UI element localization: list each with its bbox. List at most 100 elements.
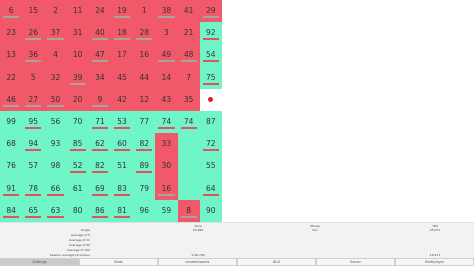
nav-button-leaderboards[interactable]: Leaderboards xyxy=(158,258,237,266)
tile[interactable]: 59 xyxy=(155,199,178,222)
tile[interactable]: 56 xyxy=(44,110,67,134)
tile[interactable]: 16 xyxy=(155,177,178,200)
tile[interactable]: 69 xyxy=(88,177,111,200)
tile[interactable]: 35 xyxy=(177,88,200,111)
tile[interactable]: 2 xyxy=(44,0,67,23)
tile[interactable]: 53 xyxy=(110,110,134,134)
tile[interactable]: 17 xyxy=(110,44,134,67)
tile[interactable] xyxy=(177,177,200,200)
tile[interactable]: 26 xyxy=(22,22,45,45)
tile[interactable]: 96 xyxy=(133,199,156,222)
tile[interactable]: 41 xyxy=(177,0,200,23)
tile[interactable]: 45 xyxy=(110,66,134,89)
tile[interactable]: 64 xyxy=(199,177,222,200)
tile[interactable]: 31 xyxy=(66,22,89,45)
tile[interactable]: 38 xyxy=(155,0,178,23)
tile[interactable]: 60 xyxy=(110,133,134,156)
tile[interactable]: 13 xyxy=(0,44,23,67)
tile[interactable] xyxy=(177,133,200,156)
tile[interactable]: 68 xyxy=(0,133,23,156)
tile[interactable]: 92 xyxy=(199,22,222,45)
tile[interactable]: 51 xyxy=(110,155,134,178)
tile[interactable]: 28 xyxy=(133,22,156,45)
tile[interactable]: 76 xyxy=(0,155,23,178)
tile[interactable]: 9 xyxy=(88,88,111,111)
tile[interactable]: 29 xyxy=(199,0,222,23)
tile[interactable]: 46 xyxy=(0,88,23,111)
tile[interactable]: 3 xyxy=(155,22,178,45)
nav-button-stats[interactable]: Stats xyxy=(79,258,158,266)
tile[interactable]: 7 xyxy=(177,66,200,89)
nav-button-multiplayer[interactable]: Multiplayer xyxy=(395,258,474,266)
tile[interactable]: 57 xyxy=(22,155,45,178)
tile[interactable]: 42 xyxy=(110,88,134,111)
tile[interactable]: 95 xyxy=(22,110,45,134)
tile[interactable]: 50 xyxy=(44,88,67,111)
tile[interactable]: 23 xyxy=(0,22,23,45)
tile[interactable]: 91 xyxy=(0,177,23,200)
nav-button-bld[interactable]: BLD xyxy=(237,258,316,266)
tile[interactable]: 86 xyxy=(88,199,111,222)
tile[interactable]: 93 xyxy=(44,133,67,156)
tile[interactable]: 24 xyxy=(88,0,111,23)
tile[interactable]: 47 xyxy=(88,44,111,67)
tile[interactable]: 6 xyxy=(0,0,23,23)
tile[interactable]: 62 xyxy=(88,133,111,156)
tile[interactable]: 43 xyxy=(155,88,178,111)
tile[interactable]: 33 xyxy=(155,133,178,156)
tile[interactable]: 81 xyxy=(110,199,134,222)
tile[interactable]: 90 xyxy=(199,199,222,222)
tile[interactable]: 65 xyxy=(22,199,45,222)
puzzle-board[interactable]: 6 15 2 11 24 19 1 38 41 29 23 26 37 31 40 18 28 3 21 92 13 36… xyxy=(0,0,222,222)
tile[interactable]: 98 xyxy=(44,155,67,178)
tile[interactable]: 99 xyxy=(0,110,23,134)
tile[interactable]: 84 xyxy=(0,199,23,222)
tile[interactable]: 52 xyxy=(66,155,89,178)
tile[interactable]: 32 xyxy=(44,66,67,89)
tile[interactable]: 80 xyxy=(66,199,89,222)
empty-tile[interactable] xyxy=(199,88,222,111)
tile[interactable]: 74 xyxy=(155,110,178,134)
tile[interactable]: 70 xyxy=(66,110,89,134)
tile[interactable]: 61 xyxy=(66,177,89,200)
tile[interactable]: 36 xyxy=(22,44,45,67)
tile[interactable]: 48 xyxy=(177,44,200,67)
nav-button-solver[interactable]: Solver xyxy=(316,258,395,266)
tile[interactable]: 27 xyxy=(22,88,45,111)
tile[interactable]: 18 xyxy=(110,22,134,45)
tile[interactable]: 44 xyxy=(133,66,156,89)
nav-button-settings[interactable]: Settings xyxy=(0,258,79,266)
tile[interactable]: 11 xyxy=(66,0,89,23)
tile[interactable]: 83 xyxy=(110,177,134,200)
tile[interactable]: 54 xyxy=(199,44,222,67)
tile[interactable]: 1 xyxy=(133,0,156,23)
tile[interactable]: 63 xyxy=(44,199,67,222)
tile[interactable]: 74 xyxy=(177,110,200,134)
tile[interactable]: 5 xyxy=(22,66,45,89)
tile[interactable]: 82 xyxy=(133,133,156,156)
tile[interactable]: 94 xyxy=(22,133,45,156)
tile[interactable]: 55 xyxy=(199,155,222,178)
tile[interactable]: 21 xyxy=(177,22,200,45)
tile[interactable]: 78 xyxy=(22,177,45,200)
tile[interactable]: 14 xyxy=(155,66,178,89)
tile[interactable]: 12 xyxy=(133,88,156,111)
tile[interactable] xyxy=(177,155,200,178)
tile[interactable]: 10 xyxy=(66,44,89,67)
tile[interactable]: 77 xyxy=(133,110,156,134)
tile[interactable]: 71 xyxy=(88,110,111,134)
tile[interactable]: 66 xyxy=(44,177,67,200)
tile[interactable]: 16 xyxy=(133,44,156,67)
tile[interactable]: 37 xyxy=(44,22,67,45)
tile[interactable]: 72 xyxy=(199,133,222,156)
tile[interactable]: 89 xyxy=(133,155,156,178)
tile[interactable]: 87 xyxy=(199,110,222,134)
tile[interactable]: 49 xyxy=(155,44,178,67)
tile[interactable]: 30 xyxy=(155,155,178,178)
tile[interactable]: 79 xyxy=(133,177,156,200)
tile[interactable]: 19 xyxy=(110,0,134,23)
tile[interactable]: 20 xyxy=(66,88,89,111)
tile[interactable]: 40 xyxy=(88,22,111,45)
tile[interactable]: 4 xyxy=(44,44,67,67)
tile[interactable]: 15 xyxy=(22,0,45,23)
